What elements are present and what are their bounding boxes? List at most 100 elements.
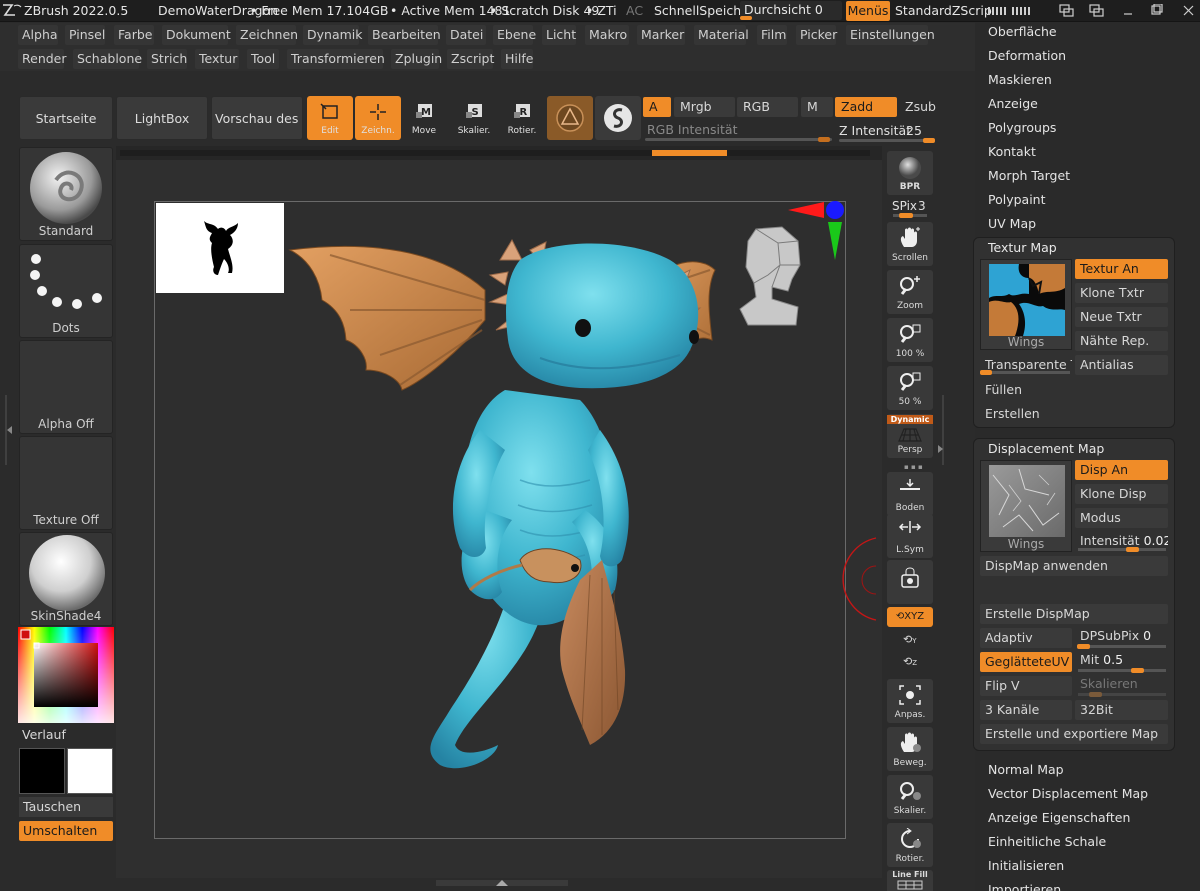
spix-knob[interactable] xyxy=(899,213,913,218)
home-button[interactable]: Startseite xyxy=(19,96,113,140)
preview-button[interactable]: Vorschau des Bo xyxy=(211,96,303,140)
antialias-button[interactable]: Antialias xyxy=(1075,355,1168,375)
dpsubpix-knob[interactable] xyxy=(1077,644,1090,649)
create-dispmap-button[interactable]: Erstelle DispMap xyxy=(980,604,1168,624)
gradient-label[interactable]: Verlauf xyxy=(22,727,66,742)
subpalette-item[interactable]: UV Map xyxy=(988,216,1036,231)
scale-mode-button[interactable]: S Skalier. xyxy=(451,96,497,140)
menus-button[interactable]: Menüs xyxy=(846,1,890,21)
subpalette-item[interactable]: Oberfläche xyxy=(988,24,1057,39)
zsub-button[interactable]: Zsub xyxy=(899,97,936,117)
water-dragon-model[interactable] xyxy=(250,230,730,790)
dpsubpix-slider[interactable]: DPSubPix 0 xyxy=(1075,626,1168,646)
rotate-mode-button[interactable]: R Rotier. xyxy=(499,96,545,140)
secondary-color-swatch[interactable] xyxy=(67,748,113,794)
line-fill-button[interactable]: Line Fill xyxy=(887,870,933,891)
menu-item[interactable]: Render xyxy=(18,49,67,69)
subpalette-item[interactable]: Morph Target xyxy=(988,168,1070,183)
subpalette-item[interactable]: Maskieren xyxy=(988,72,1052,87)
subpalette-item[interactable]: Deformation xyxy=(988,48,1066,63)
m-button[interactable]: M xyxy=(801,97,833,117)
clone-texture-button[interactable]: Klone Txtr xyxy=(1075,283,1168,303)
edit-mode-button[interactable]: Edit xyxy=(307,96,353,140)
stroke-tile[interactable]: Dots xyxy=(19,244,113,338)
subpalette-item[interactable]: Vector Displacement Map xyxy=(988,786,1148,801)
a-toggle[interactable]: A xyxy=(643,97,671,117)
actual-size-button[interactable]: 100 % xyxy=(887,318,933,362)
menu-item[interactable]: Bearbeiten xyxy=(368,25,441,45)
menu-item[interactable]: Ebene xyxy=(493,25,536,45)
subpalette-item[interactable]: Initialisieren xyxy=(988,858,1064,873)
menu-item[interactable]: Alpha xyxy=(18,25,58,45)
rotate-view-button[interactable]: Rotier. xyxy=(887,823,933,867)
disp-on-button[interactable]: Disp An xyxy=(1075,460,1168,480)
adaptive-button[interactable]: Adaptiv xyxy=(980,628,1072,648)
subpalette-item[interactable]: Importieren xyxy=(988,882,1061,891)
mid-knob[interactable] xyxy=(1131,668,1144,673)
texture-tile[interactable]: Texture Off xyxy=(19,436,113,530)
clone-disp-button[interactable]: Klone Disp xyxy=(1075,484,1168,504)
create-texture-button[interactable]: Erstellen xyxy=(980,404,1168,424)
floor-button[interactable]: Boden xyxy=(887,472,933,516)
default-zscript-button[interactable]: StandardZScrip xyxy=(895,3,992,18)
transparency-slider[interactable]: Durchsicht 0 xyxy=(740,1,842,20)
orientation-head-icon[interactable] xyxy=(738,225,804,327)
right-shelf-collapse-handle[interactable] xyxy=(936,395,946,465)
menu-item[interactable]: Film xyxy=(757,25,787,45)
menu-item[interactable]: Zeichnen xyxy=(236,25,298,45)
swap-colors-button[interactable]: Tauschen xyxy=(19,797,113,817)
fill-button[interactable]: Füllen xyxy=(980,380,1168,400)
rgb-intensity-knob[interactable] xyxy=(818,137,830,142)
move-mode-button[interactable]: M Move xyxy=(401,96,447,140)
mid-slider[interactable]: Mit 0.5 xyxy=(1075,650,1168,670)
menu-item[interactable]: Einstellungen xyxy=(846,25,935,45)
menu-item[interactable]: Datei xyxy=(446,25,486,45)
create-export-map-button[interactable]: Erstelle und exportiere Map xyxy=(980,724,1168,744)
fix-seams-button[interactable]: Nähte Rep. xyxy=(1075,331,1168,351)
timeline-marker[interactable] xyxy=(652,150,727,156)
smooth-uv-button[interactable]: GeglätteteUV xyxy=(980,652,1072,672)
32bit-button[interactable]: 32Bit xyxy=(1075,700,1168,720)
rgb-intensity-slider[interactable] xyxy=(645,138,832,141)
menu-item[interactable]: Tool xyxy=(247,49,279,69)
perspective-button[interactable]: Dynamic Persp xyxy=(887,414,933,458)
z-intensity-knob[interactable] xyxy=(923,138,935,143)
menu-item[interactable]: Material xyxy=(694,25,749,45)
scroll-button[interactable]: Scrollen xyxy=(887,222,933,266)
scale-view-button[interactable]: Skalier. xyxy=(887,775,933,819)
move-view-button[interactable]: Beweg. xyxy=(887,727,933,771)
subpalette-item[interactable]: Normal Map xyxy=(988,762,1064,777)
transparent-knob[interactable] xyxy=(980,370,992,375)
draw-mode-button[interactable]: Zeichn. xyxy=(355,96,401,140)
apply-dispmap-button[interactable]: DispMap anwenden xyxy=(980,556,1168,576)
brush-tile[interactable]: Standard xyxy=(19,147,113,241)
new-texture-button[interactable]: Neue Txtr xyxy=(1075,307,1168,327)
menu-item[interactable]: Dynamik xyxy=(303,25,363,45)
mrgb-button[interactable]: Mrgb xyxy=(674,97,735,117)
subpalette-item[interactable]: Polygroups xyxy=(988,120,1056,135)
local-transform-button[interactable] xyxy=(887,560,933,604)
menu-item[interactable]: Licht xyxy=(542,25,576,45)
intensity-knob[interactable] xyxy=(1126,547,1139,552)
timeline-track[interactable] xyxy=(120,150,870,156)
color-picker[interactable] xyxy=(18,627,114,723)
displacement-map-title[interactable]: Displacement Map xyxy=(988,441,1104,456)
transparency-knob[interactable] xyxy=(740,16,752,20)
texture-map-title[interactable]: Textur Map xyxy=(988,240,1057,255)
menu-item[interactable]: Textur xyxy=(195,49,239,69)
subpalette-item[interactable]: Anzeige xyxy=(988,96,1038,111)
subpalette-item[interactable]: Anzeige Eigenschaften xyxy=(988,810,1130,825)
xyz-rotate-button[interactable]: ⟲XYZ xyxy=(887,607,933,627)
lightbox-button[interactable]: LightBox xyxy=(116,96,208,140)
left-shelf-collapse-handle[interactable] xyxy=(5,395,13,465)
z-rotate-button[interactable]: ⟲Z xyxy=(903,655,917,668)
menu-item[interactable]: Transformieren xyxy=(287,49,385,69)
zoom-button[interactable]: Zoom xyxy=(887,270,933,314)
bottom-shelf-handle[interactable] xyxy=(436,878,568,888)
local-symmetry-button[interactable]: L.Sym xyxy=(887,514,933,558)
quicksave-button[interactable]: SchnellSpeiche xyxy=(654,3,749,18)
rgb-button[interactable]: RGB xyxy=(737,97,798,117)
half-size-button[interactable]: 50 % xyxy=(887,366,933,410)
gizmo-button[interactable] xyxy=(547,96,593,140)
toggle-colors-button[interactable]: Umschalten xyxy=(19,821,113,841)
